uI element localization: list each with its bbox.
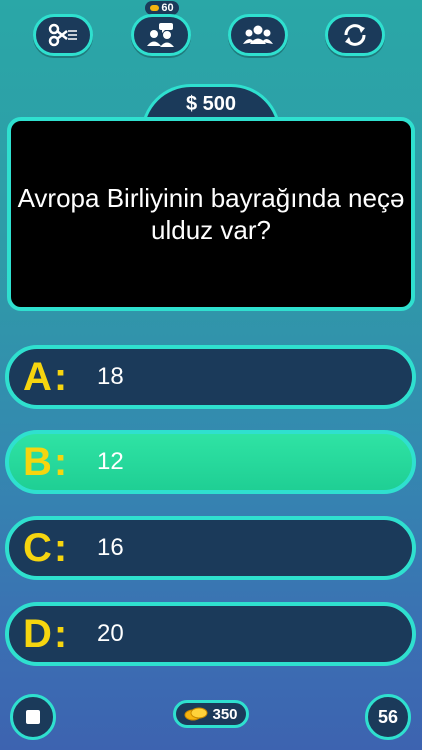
ask-friend-button[interactable] — [131, 14, 191, 56]
ask-friend-cost-badge: 60 — [145, 1, 179, 15]
audience-button[interactable] — [228, 14, 288, 56]
answer-d-button[interactable]: D: 20 — [5, 602, 416, 666]
answer-c-button[interactable]: C: 16 — [5, 516, 416, 580]
question-box: Avropa Birliyinin bayrağında neçə ulduz … — [7, 117, 415, 311]
answer-text: 20 — [97, 620, 124, 647]
coin-balance: 350 — [173, 700, 249, 728]
stop-icon — [26, 710, 40, 724]
coin-count: 350 — [212, 705, 238, 723]
timer-value: 56 — [377, 706, 399, 727]
audience-icon — [243, 25, 273, 44]
scissors-icon — [48, 23, 77, 47]
refresh-icon — [344, 24, 366, 46]
answer-text: 18 — [97, 363, 124, 390]
answer-letter: C: — [23, 525, 70, 570]
stop-button[interactable] — [10, 694, 56, 740]
answer-letter: B: — [23, 439, 70, 484]
answer-text: 16 — [97, 534, 124, 561]
answer-letter: D: — [23, 611, 70, 656]
answer-b-button[interactable]: B: 12 — [5, 430, 416, 494]
answer-a-button[interactable]: A: 18 — [5, 345, 416, 409]
coin-icon — [150, 5, 160, 11]
answer-letter: A: — [23, 354, 70, 399]
question-text: Avropa Birliyinin bayrağında neçə ulduz … — [17, 183, 405, 245]
switch-question-button[interactable] — [325, 14, 385, 56]
fifty-fifty-button[interactable] — [33, 14, 93, 56]
timer: 56 — [365, 694, 411, 740]
ask-friend-cost: 60 — [161, 2, 174, 14]
answer-text: 12 — [97, 448, 124, 475]
people-chat-icon — [147, 23, 174, 47]
coins-icon — [184, 707, 208, 721]
